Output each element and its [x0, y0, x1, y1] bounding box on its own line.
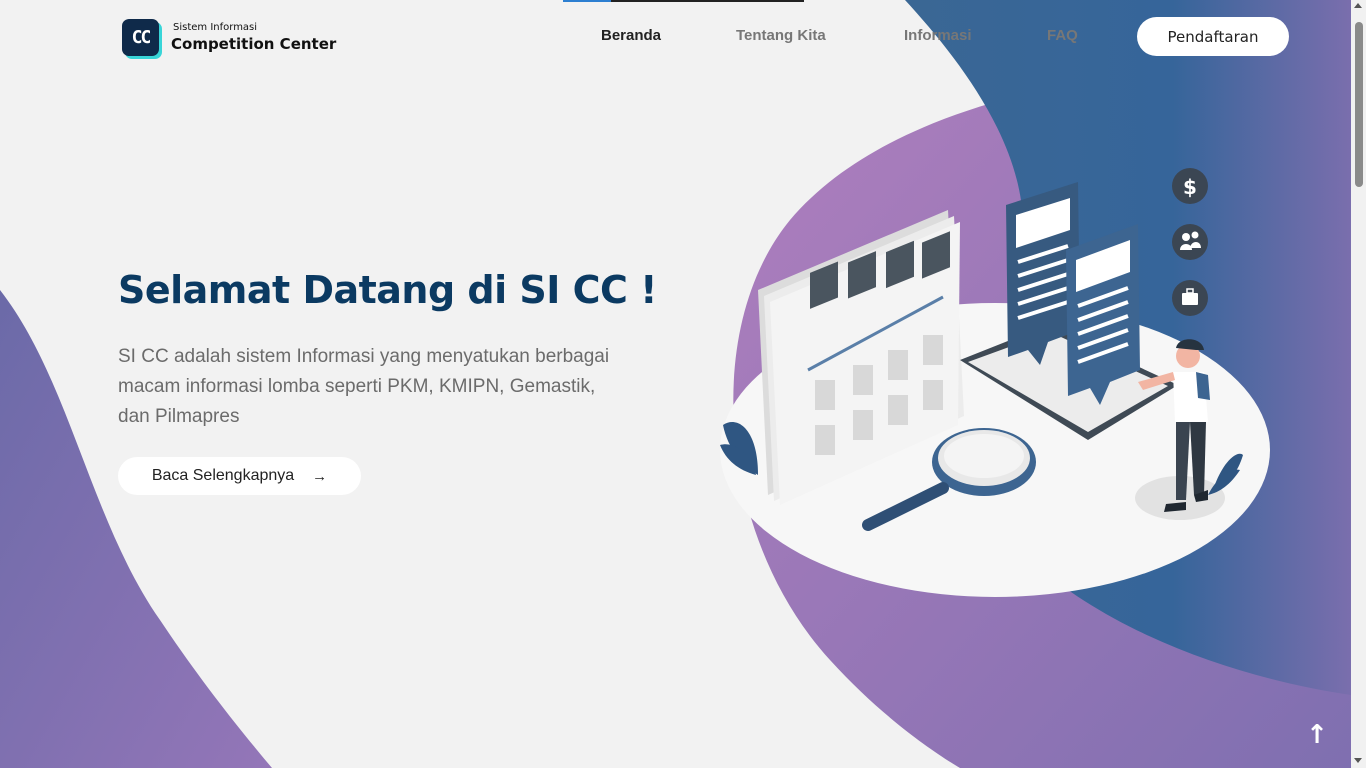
navbar: CC Sistem Informasi Competition Center B… [0, 0, 1351, 75]
nav-progress-line [611, 0, 804, 2]
arrow-up-icon: ↑ [1306, 720, 1328, 750]
read-more-label: Baca Selengkapnya [151, 467, 295, 484]
briefcase-icon [1172, 280, 1208, 316]
register-button[interactable]: Pendaftaran [1137, 17, 1289, 56]
svg-text:$: $ [1183, 175, 1197, 199]
hero-section: Selamat Datang di SI CC ! SI CC adalah s… [118, 268, 678, 495]
back-to-top-button[interactable]: ↑ [1300, 718, 1334, 752]
nav-item-informasi[interactable]: Informasi [904, 27, 972, 44]
nav-item-tentang-kita[interactable]: Tentang Kita [736, 27, 826, 44]
read-more-button[interactable]: Baca Selengkapnya → [118, 457, 361, 495]
hero-title: Selamat Datang di SI CC ! [118, 268, 657, 312]
scroll-up-icon[interactable] [1354, 3, 1362, 8]
hero-illustration: $ [720, 168, 1270, 597]
users-icon [1172, 224, 1208, 260]
nav-item-beranda[interactable]: Beranda [601, 27, 661, 44]
dollar-icon: $ [1172, 168, 1208, 204]
scrollbar-thumb[interactable] [1355, 22, 1363, 187]
arrow-right-icon: → [312, 467, 328, 485]
scroll-down-icon[interactable] [1354, 758, 1362, 763]
nav-indicator [563, 0, 611, 2]
scrollbar[interactable] [1351, 0, 1366, 768]
nav-item-faq[interactable]: FAQ [1047, 27, 1078, 44]
hero-description: SI CC adalah sistem Informasi yang menya… [118, 346, 610, 427]
